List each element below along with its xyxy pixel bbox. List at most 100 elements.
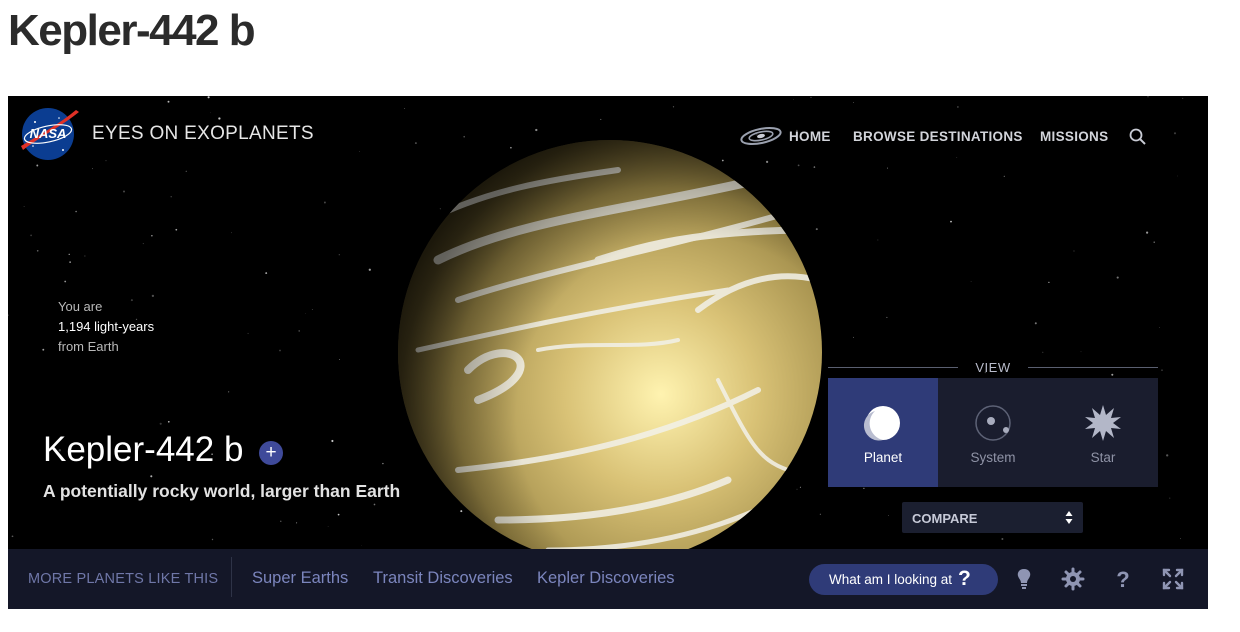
star-dot [877, 239, 879, 241]
star-dot [167, 420, 170, 423]
star-dot [122, 190, 126, 193]
star-dot [331, 439, 334, 443]
star-dot [1169, 497, 1171, 499]
svg-text:?: ? [1116, 567, 1129, 591]
star-dot [68, 253, 70, 255]
star-dot [672, 106, 675, 108]
distance-value: 1,194 light-years [58, 319, 155, 334]
more-planets-label: MORE PLANETS LIKE THIS [28, 571, 219, 587]
star-dot [8, 314, 9, 316]
star-dot [1111, 373, 1114, 376]
star-dot [852, 102, 854, 104]
star-dot [228, 391, 230, 393]
star-dot [218, 117, 221, 120]
star-dot [92, 168, 93, 170]
distance-suffix: from Earth [58, 339, 119, 354]
category-kepler-discoveries[interactable]: Kepler Discoveries [537, 569, 675, 588]
planet-name: Kepler-442 b [43, 430, 244, 469]
star-dot [1182, 97, 1184, 99]
app-title[interactable]: EYES ON EXOPLANETS [92, 123, 314, 145]
help-icon[interactable]: ? [1111, 567, 1135, 591]
star-dot [535, 128, 538, 132]
star-dot [1159, 327, 1160, 328]
star-dot [1153, 241, 1155, 243]
star-dot [207, 96, 210, 99]
star-dot [247, 332, 249, 335]
fullscreen-icon[interactable] [1161, 567, 1185, 591]
star-dot [84, 255, 86, 257]
distance-prefix: You are [58, 299, 103, 314]
star-dot [159, 422, 162, 425]
star-dot [863, 487, 865, 490]
star-dot [1116, 276, 1119, 279]
star-dot [30, 234, 32, 237]
star-dot [305, 312, 306, 314]
compare-label: COMPARE [912, 511, 978, 526]
star-dot [36, 164, 39, 167]
star-dot [280, 520, 282, 522]
star-dot [151, 235, 153, 237]
view-divider-right [1028, 367, 1158, 368]
star-dot [105, 160, 107, 162]
star-dot [1166, 454, 1169, 457]
category-super-earths[interactable]: Super Earths [252, 569, 348, 588]
star-dot [167, 100, 170, 103]
star-dot [23, 205, 25, 207]
star-dot [150, 475, 153, 478]
compare-dropdown[interactable]: COMPARE [902, 502, 1083, 533]
lightbulb-icon[interactable] [1012, 567, 1036, 591]
star-dot [1177, 175, 1178, 177]
view-option-system[interactable]: System [938, 378, 1048, 487]
view-option-planet[interactable]: Planet [828, 378, 938, 487]
what-am-i-looking-at-button[interactable]: What am I looking at ? [809, 564, 998, 595]
star-dot [1080, 351, 1082, 353]
star-dot [296, 522, 298, 524]
star-dot [359, 151, 361, 153]
settings-icon[interactable] [1061, 567, 1085, 591]
star-dot [810, 96, 812, 98]
star-dot [1001, 538, 1004, 540]
star-icon [1085, 405, 1121, 441]
star-dot [175, 228, 178, 231]
star-dot [970, 281, 972, 282]
planet-render[interactable] [398, 140, 822, 564]
planet-tagline: A potentially rocky world, larger than E… [43, 481, 401, 501]
star-dot [888, 514, 889, 516]
search-icon[interactable] [1128, 127, 1148, 147]
nav-missions[interactable]: MISSIONS [1040, 129, 1108, 144]
star-dot [339, 358, 341, 360]
star-dot [361, 545, 362, 546]
view-option-star[interactable]: Star [1048, 378, 1158, 487]
add-planet-button[interactable]: + [259, 441, 283, 465]
star-dot [211, 538, 214, 541]
star-dot [337, 513, 340, 516]
star-dot [950, 220, 952, 223]
star-dot [956, 157, 958, 158]
star-dot [886, 316, 888, 318]
star-dot [185, 170, 187, 172]
star-dot [463, 135, 465, 138]
nav-browse-destinations[interactable]: BROWSE DESTINATIONS [853, 129, 1023, 144]
planet-icon [863, 406, 900, 441]
category-transit-discoveries[interactable]: Transit Discoveries [373, 569, 513, 588]
star-dot [69, 261, 71, 263]
nasa-logo[interactable]: NASA [21, 106, 79, 162]
star-dot [42, 348, 45, 351]
distance-readout: You are 1,194 light-years from Earth [58, 297, 154, 357]
star-dot [170, 195, 172, 198]
help-pill-label: What am I looking at [829, 572, 953, 587]
star-dot [1179, 538, 1182, 540]
star-dot [11, 535, 14, 538]
svg-text:NASA: NASA [30, 126, 67, 141]
view-label: VIEW [975, 360, 1011, 375]
star-dot [373, 503, 376, 506]
star-dot [1161, 369, 1163, 371]
star-dot [323, 201, 326, 204]
bottom-bar: MORE PLANETS LIKE THIS Super Earths Tran… [8, 549, 1208, 609]
star-dot [1073, 250, 1075, 252]
star-dot [210, 112, 211, 114]
star-dot [368, 268, 371, 271]
view-selector: Planet System Star [828, 378, 1158, 487]
eyes-on-exoplanets-app: NASA EYES ON EXOPLANETS HOME BROWSE DEST… [8, 96, 1208, 609]
star-dot [327, 526, 329, 527]
